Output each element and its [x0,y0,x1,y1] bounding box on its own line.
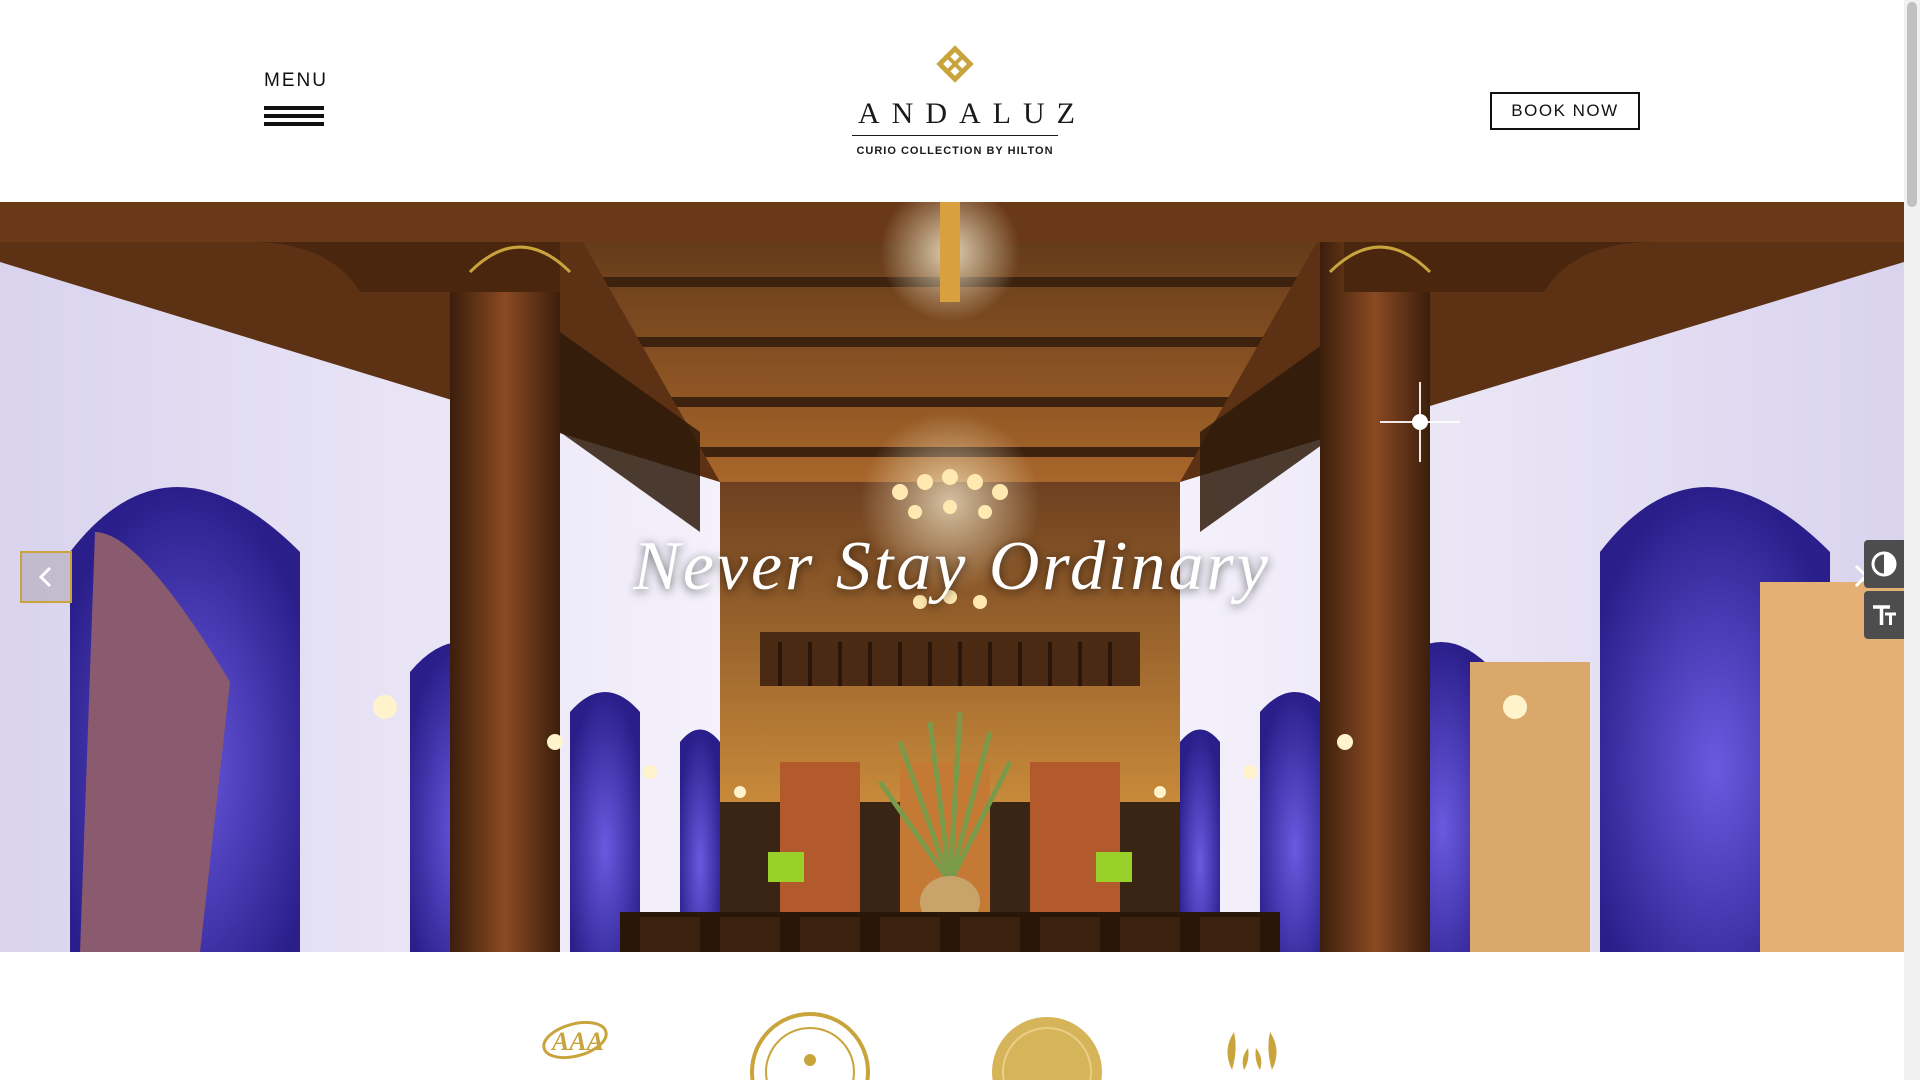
aaa-logo-icon: AAA [542,1020,608,1060]
text-size-button[interactable] [1864,591,1904,639]
logo-wordmark: ANDALUZ [858,97,1087,130]
logo-divider [852,135,1058,136]
award-seal-icon [992,1017,1102,1080]
page: MENU ANDALUZ CURIO COLLECTION BY HILTON … [0,0,1920,1080]
slider-prev-button[interactable] [20,551,72,603]
page-scrollbar[interactable] [1904,0,1920,1080]
menu-button[interactable]: MENU [264,70,326,128]
text-size-icon [1873,605,1896,625]
hamburger-icon [264,106,324,126]
menu-label: MENU [264,70,328,91]
awards-row: AAA [0,1010,1904,1080]
laurel-award-icon [1227,1032,1277,1070]
site-logo[interactable]: ANDALUZ CURIO COLLECTION BY HILTON [848,40,1087,162]
accessibility-toolbar [1864,540,1904,642]
hero-slider: Never Stay Ordinary [0,202,1904,952]
book-now-button[interactable]: BOOK NOW [1490,92,1640,130]
site-header: MENU ANDALUZ CURIO COLLECTION BY HILTON … [0,0,1904,202]
chevron-left-icon [38,566,52,588]
svg-text:AAA: AAA [550,1027,604,1056]
green-building-seal-icon [750,1012,870,1080]
contrast-icon [1871,551,1897,577]
scrollbar-thumb[interactable] [1907,2,1917,207]
knot-emblem-icon [936,45,974,83]
hero-title: Never Stay Ordinary [633,528,1271,605]
contrast-toggle-button[interactable] [1864,540,1904,588]
logo-subtitle: CURIO COLLECTION BY HILTON [856,145,1054,157]
